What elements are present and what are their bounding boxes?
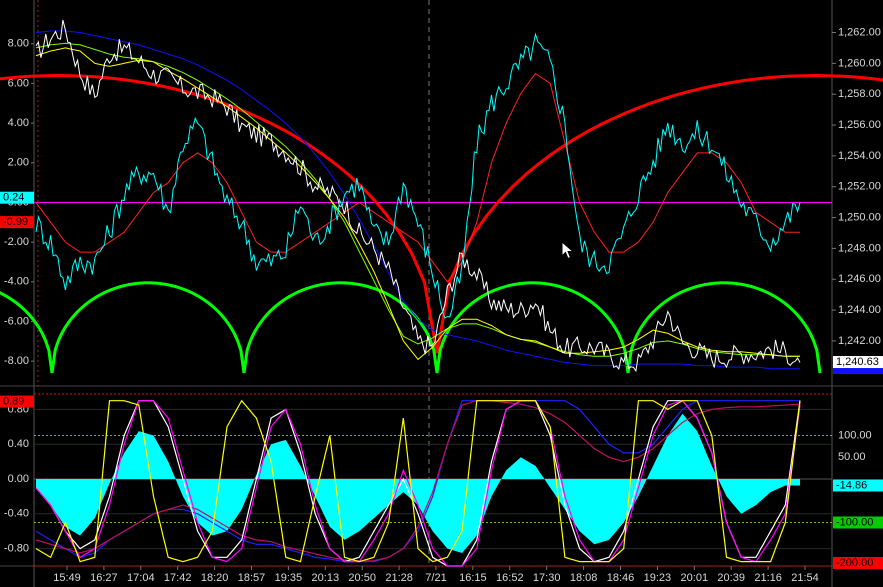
right-tick-label: 1,252.00: [838, 181, 881, 193]
right-tick-label: 1,246.00: [838, 273, 881, 285]
time-tick-label: 18:46: [607, 572, 635, 584]
right-tick-label: 1,260.00: [838, 57, 881, 69]
time-tick-label: 19:23: [644, 572, 672, 584]
time-tick-label: 20:50: [348, 572, 376, 584]
lower-right-tick-label: 100.00: [838, 429, 872, 441]
left-tick-label: 8.00: [8, 38, 29, 50]
time-tick-label: 16:15: [459, 572, 487, 584]
left-tick-label: 2.00: [8, 157, 29, 169]
left-tick-label: -2.00: [4, 236, 29, 248]
time-tick-label: 19:35: [275, 572, 303, 584]
time-tick-label: 7/21: [425, 572, 446, 584]
time-tick-label: 20:39: [717, 572, 745, 584]
lower-marker-red2: -200.00: [836, 557, 873, 569]
time-tick-label: 16:27: [90, 572, 118, 584]
time-tick-label: 15:49: [53, 572, 81, 584]
time-tick-label: 20:01: [681, 572, 709, 584]
time-tick-label: 18:57: [238, 572, 266, 584]
right-tick-label: 1,242.00: [838, 335, 881, 347]
marker-price-value: 1,240.63: [836, 356, 879, 368]
time-tick-label: 17:04: [127, 572, 155, 584]
right-tick-label: 1,244.00: [838, 304, 881, 316]
right-tick-label: 1,254.00: [838, 150, 881, 162]
time-tick-label: 17:30: [533, 572, 561, 584]
time-tick-label: 21:54: [791, 572, 819, 584]
lower-left-tick-label: 0.00: [8, 473, 29, 485]
right-tick-label: 1,248.00: [838, 242, 881, 254]
left-tick-label: 4.00: [8, 117, 29, 129]
time-tick-label: 18:20: [201, 572, 229, 584]
mouse-cursor-icon: [561, 241, 575, 260]
lower-right-tick-label: 50.00: [838, 451, 866, 463]
left-tick-label: -4.00: [4, 276, 29, 288]
right-tick-label: 1,256.00: [838, 119, 881, 131]
lower-left-tick-label: -0.40: [4, 508, 29, 520]
lower-left-tick-label: -0.80: [4, 543, 29, 555]
right-tick-label: 1,258.00: [838, 88, 881, 100]
time-tick-label: 20:13: [312, 572, 340, 584]
chart-canvas[interactable]: 8.006.004.002.000.00-2.00-4.00-6.00-8.00…: [0, 0, 883, 587]
time-tick-label: 16:52: [496, 572, 524, 584]
lower-marker-cyan: -14.86: [836, 479, 867, 491]
left-tick-label: -8.00: [4, 355, 29, 367]
lower-marker-green: -100.00: [836, 516, 873, 528]
right-tick-label: 1,250.00: [838, 211, 881, 223]
lower-left-tick-label: 0.40: [8, 438, 29, 450]
lower-marker-red: 0.89: [3, 395, 24, 407]
time-tick-label: 18:08: [570, 572, 598, 584]
marker-cyan-value: 0.24: [3, 192, 24, 204]
left-tick-label: -6.00: [4, 315, 29, 327]
time-tick-label: 17:42: [164, 572, 192, 584]
time-tick-label: 21:28: [385, 572, 413, 584]
time-tick-label: 21:16: [754, 572, 782, 584]
marker-red-value: -0.99: [3, 216, 28, 228]
right-tick-label: 1,262.00: [838, 26, 881, 38]
marker-blue-box: [833, 368, 883, 375]
